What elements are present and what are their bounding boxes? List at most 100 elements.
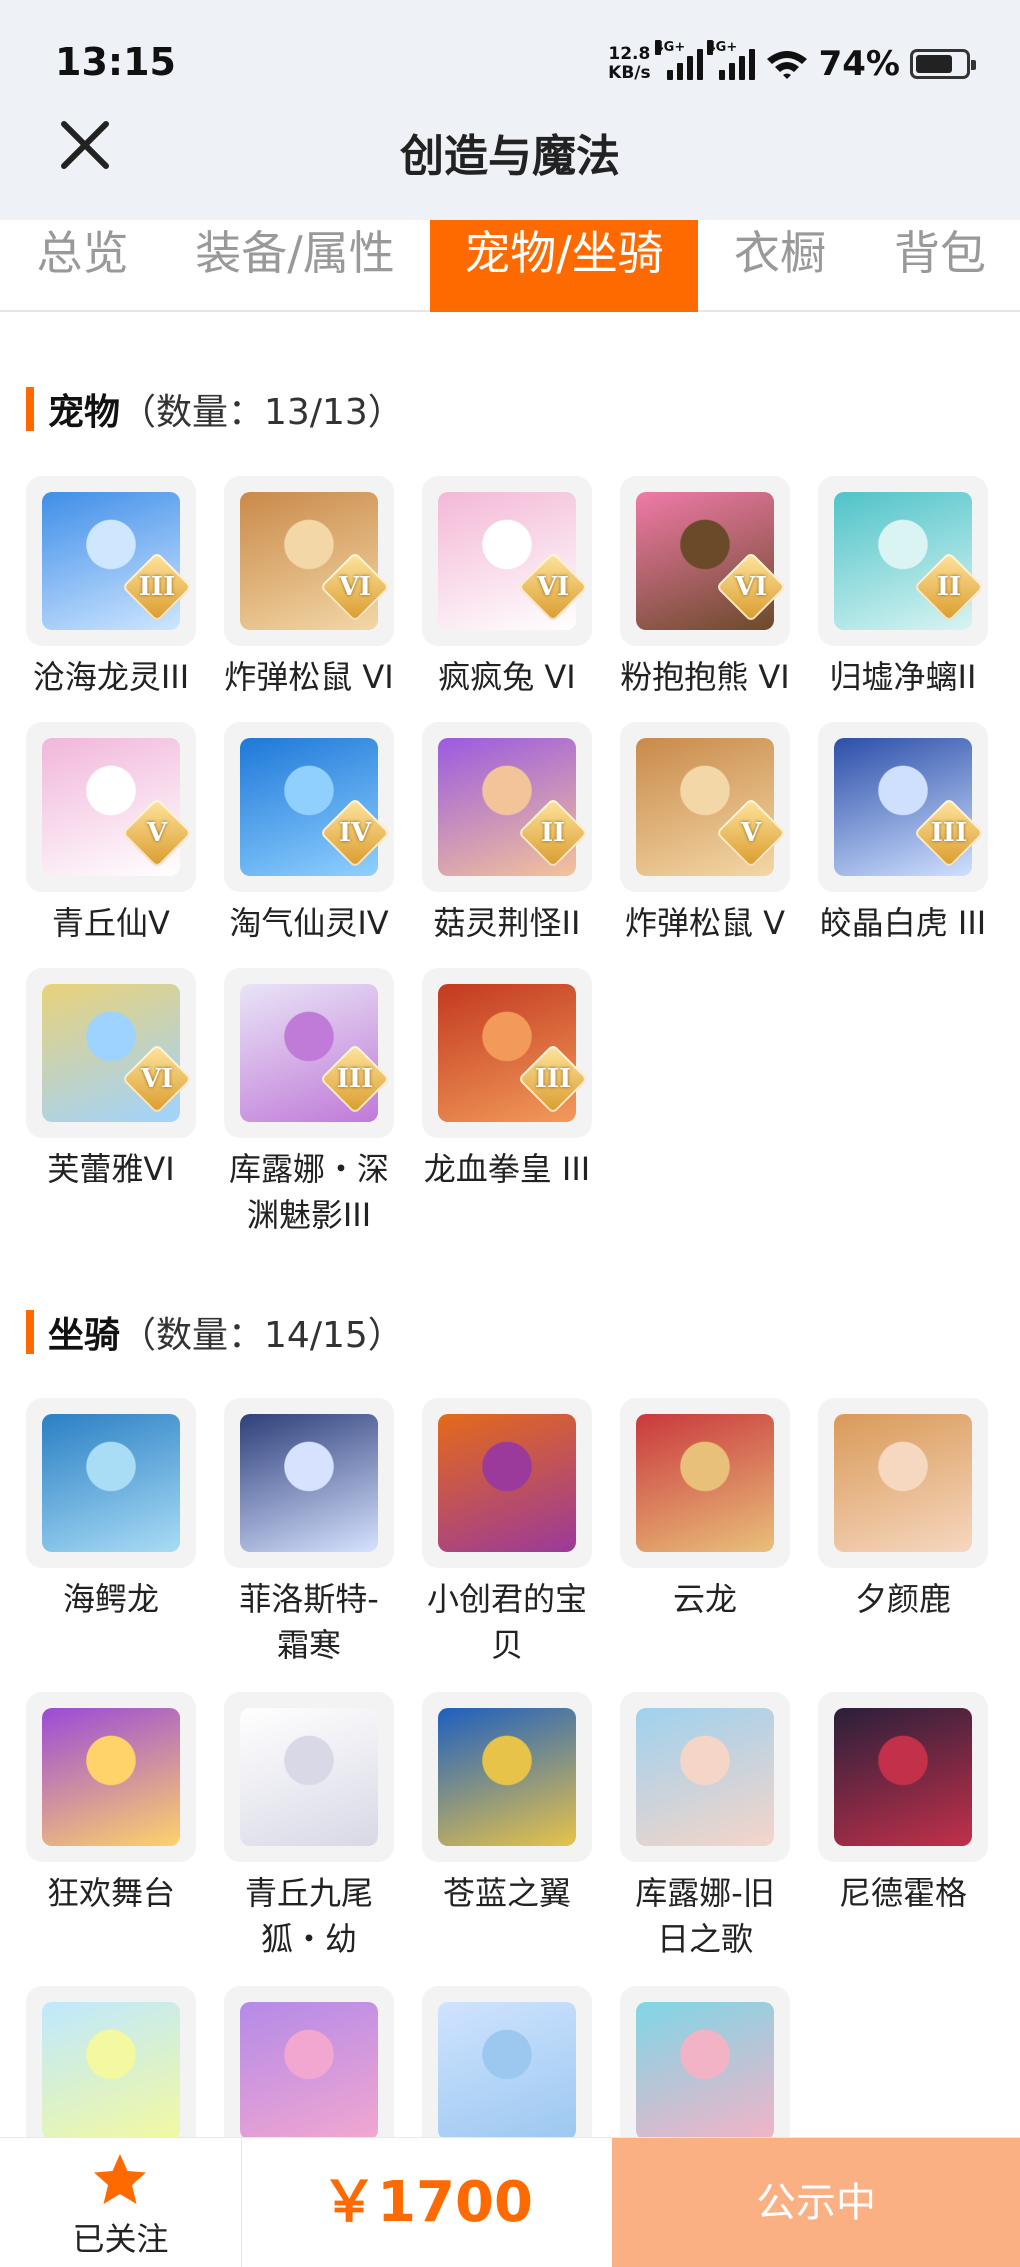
rank-badge-text: VI xyxy=(536,572,570,602)
mount-thumbnail xyxy=(818,1692,988,1862)
pet-thumbnail: II xyxy=(422,722,592,892)
pet-item[interactable]: V 炸弹松鼠 V xyxy=(620,722,790,946)
tab-wardrobe[interactable]: 衣橱 xyxy=(715,220,845,312)
pet-name: 皎晶白虎 III xyxy=(819,904,987,942)
pet-name: 淘气仙灵IV xyxy=(229,904,389,942)
rank-badge-text: VI xyxy=(338,572,372,602)
mount-portrait xyxy=(240,2002,378,2140)
signal-icon-2: 4G+ xyxy=(706,40,755,80)
pet-thumbnail: III xyxy=(422,968,592,1138)
pet-thumbnail: VI xyxy=(26,968,196,1138)
star-icon xyxy=(94,2154,146,2204)
rank-badge-text: II xyxy=(540,818,566,848)
pet-thumbnail: II xyxy=(818,476,988,646)
mount-thumbnail xyxy=(422,1398,592,1568)
status-icons: 12.8 KB/s 4G+ 4G+ 74% xyxy=(608,38,976,90)
pet-item[interactable]: VI 粉抱抱熊 VI xyxy=(620,476,790,700)
mount-name: 青丘九尾狐・幼 xyxy=(244,1874,373,1958)
tab-overview[interactable]: 总览 xyxy=(0,220,165,312)
rank-badge-text: V xyxy=(740,818,762,848)
tab-pets-mounts[interactable]: 宠物/坐骑 xyxy=(430,220,698,312)
mount-item[interactable]: 夕颜鹿 xyxy=(818,1398,988,1622)
rank-badge-text: III xyxy=(930,818,968,848)
pet-item[interactable]: II 归墟净螭II xyxy=(818,476,988,700)
pet-name: 龙血拳皇 III xyxy=(423,1150,591,1188)
battery-icon xyxy=(910,49,976,79)
pet-item[interactable]: II 菇灵荆怪II xyxy=(422,722,592,946)
pet-name: 炸弹松鼠 VI xyxy=(224,658,394,696)
mount-name: 夕颜鹿 xyxy=(854,1580,951,1618)
mount-item[interactable]: 青丘九尾狐・幼 xyxy=(224,1692,394,1962)
pet-name: 青丘仙V xyxy=(52,904,170,942)
pets-section-title: 宠物 （数量：13/13） xyxy=(26,385,404,433)
rank-badge-text: III xyxy=(336,1064,374,1094)
top-area: 13:15 12.8 KB/s 4G+ 4G+ 74% 创造与魔法 xyxy=(0,0,1020,220)
mount-portrait xyxy=(636,1708,774,1846)
section-accent-bar xyxy=(26,1310,34,1354)
pet-thumbnail: VI xyxy=(620,476,790,646)
mount-item[interactable]: 狂欢舞台 xyxy=(26,1692,196,1916)
mount-item[interactable]: 库露娜-旧日之歌 xyxy=(620,1692,790,1962)
rank-badge-text: III xyxy=(534,1064,572,1094)
pet-item[interactable]: VI 芙蕾雅VI xyxy=(26,968,196,1192)
pet-item[interactable]: VI 炸弹松鼠 VI xyxy=(224,476,394,700)
pet-name: 沧海龙灵III xyxy=(32,658,190,696)
mount-item[interactable]: 海鳄龙 xyxy=(26,1398,196,1622)
follow-button[interactable]: 已关注 xyxy=(0,2138,242,2267)
pet-item[interactable]: III 皎晶白虎 III xyxy=(818,722,988,946)
pet-item[interactable]: V 青丘仙V xyxy=(26,722,196,946)
mount-portrait xyxy=(834,1414,972,1552)
mount-item[interactable]: 尼德霍格 xyxy=(818,1692,988,1916)
mount-name: 小创君的宝贝 xyxy=(426,1580,587,1664)
wifi-icon xyxy=(766,51,807,79)
rank-badge-text: V xyxy=(146,818,168,848)
signal-icon: 4G+ xyxy=(654,40,703,80)
pet-name: 疯疯兔 VI xyxy=(438,658,576,696)
pet-item[interactable]: III 库露娜・深渊魅影III xyxy=(224,968,394,1238)
mount-thumbnail xyxy=(224,1398,394,1568)
bottom-bar: 已关注 ￥1700 公示中 xyxy=(0,2137,1020,2267)
pet-name: 芙蕾雅VI xyxy=(47,1150,175,1188)
rank-badge-text: IV xyxy=(338,818,372,848)
mount-thumbnail xyxy=(620,1398,790,1568)
mount-portrait xyxy=(438,2002,576,2140)
pet-name: 归墟净螭II xyxy=(829,658,977,696)
tab-equipment[interactable]: 装备/属性 xyxy=(180,220,410,312)
mount-thumbnail xyxy=(224,1986,394,2156)
network-speed: 12.8 KB/s xyxy=(608,44,651,83)
mount-item[interactable]: 云龙 xyxy=(620,1398,790,1622)
mount-name: 尼德霍格 xyxy=(838,1874,967,1912)
mount-portrait xyxy=(42,1414,180,1552)
mount-thumbnail xyxy=(26,1692,196,1862)
mount-name: 苍蓝之翼 xyxy=(442,1874,571,1912)
mount-portrait xyxy=(438,1414,576,1552)
mount-portrait xyxy=(240,1414,378,1552)
mount-item[interactable]: 小创君的宝贝 xyxy=(422,1398,592,1668)
public-status-button[interactable]: 公示中 xyxy=(612,2138,1020,2267)
pet-thumbnail: V xyxy=(26,722,196,892)
pet-thumbnail: V xyxy=(620,722,790,892)
section-accent-bar xyxy=(26,387,34,431)
mount-item[interactable]: 苍蓝之翼 xyxy=(422,1692,592,1916)
pet-item[interactable]: IV 淘气仙灵IV xyxy=(224,722,394,946)
follow-label: 已关注 xyxy=(72,2220,169,2258)
status-time: 13:15 xyxy=(55,40,176,84)
price: ￥1700 xyxy=(321,2170,533,2235)
pet-thumbnail: III xyxy=(818,722,988,892)
mount-portrait xyxy=(438,1708,576,1846)
mount-portrait xyxy=(42,1708,180,1846)
mount-portrait xyxy=(636,1414,774,1552)
rank-badge-text: VI xyxy=(140,1064,174,1094)
pet-item[interactable]: VI 疯疯兔 VI xyxy=(422,476,592,700)
pet-item[interactable]: III 沧海龙灵III xyxy=(26,476,196,700)
mount-thumbnail xyxy=(224,1692,394,1862)
pets-grid: III 沧海龙灵III VI 炸弹松鼠 VI VI 疯疯兔 VI VI 粉抱抱熊 VI II 归墟… xyxy=(0,476,1020,1256)
pet-thumbnail: VI xyxy=(422,476,592,646)
mounts-grid: 海鳄龙 菲洛斯特-霜寒 小创君的宝贝 云龙 夕颜鹿狂欢舞台 青丘九尾狐・幼 苍蓝之翼 库露娜-… xyxy=(0,1398,1020,2156)
pet-thumbnail: III xyxy=(224,968,394,1138)
rank-badge-text: II xyxy=(936,572,962,602)
mount-item[interactable]: 菲洛斯特-霜寒 xyxy=(224,1398,394,1668)
mount-portrait xyxy=(240,1708,378,1846)
tab-backpack[interactable]: 背包 xyxy=(870,220,1010,312)
pet-item[interactable]: III 龙血拳皇 III xyxy=(422,968,592,1192)
